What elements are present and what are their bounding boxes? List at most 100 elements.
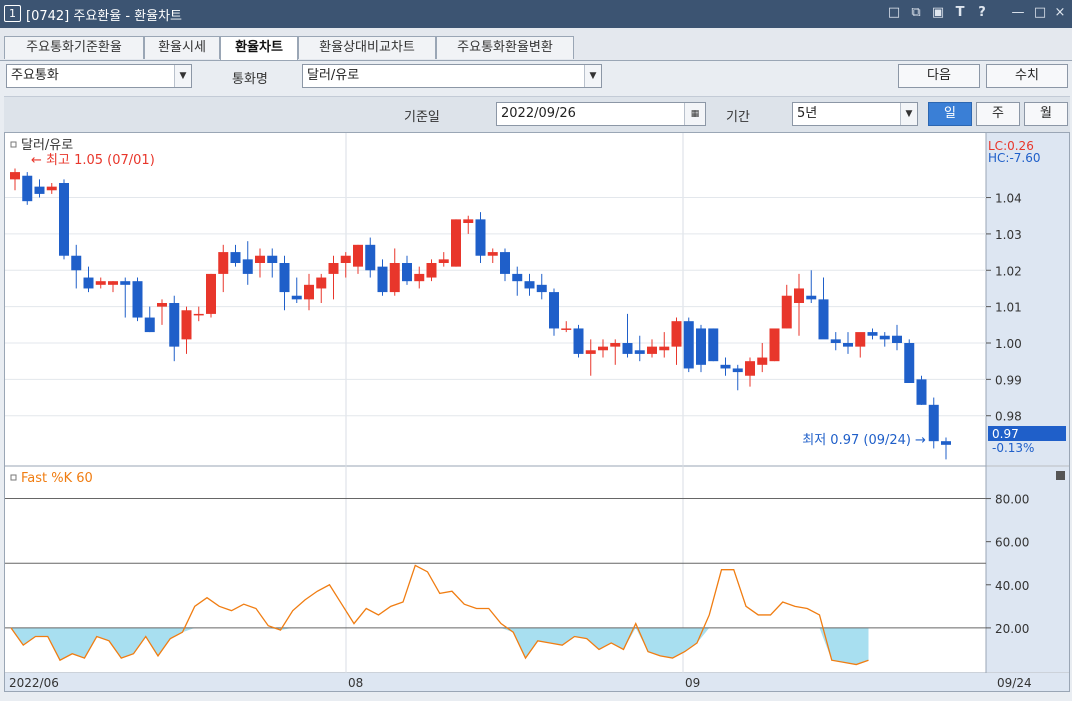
candle-body bbox=[267, 255, 278, 263]
candle-body bbox=[634, 350, 645, 354]
candle-body bbox=[463, 219, 474, 223]
candle-body bbox=[745, 361, 755, 376]
candle-body bbox=[22, 175, 33, 202]
layout-icon[interactable]: □ bbox=[886, 5, 902, 21]
candle-body bbox=[389, 263, 400, 293]
candle-body bbox=[193, 313, 204, 316]
candle-body bbox=[144, 317, 155, 333]
tab-relative-chart[interactable]: 환율상대비교차트 bbox=[298, 36, 436, 59]
candle-body bbox=[328, 263, 339, 274]
value-button[interactable]: 수치 bbox=[986, 64, 1068, 88]
candle-body bbox=[340, 255, 351, 263]
candle-body bbox=[365, 244, 376, 271]
chevron-down-icon[interactable]: ▼ bbox=[174, 65, 191, 87]
tab-rate-converter[interactable]: 주요통화환율변환 bbox=[436, 36, 574, 59]
currency-select[interactable]: 달러/유로 ▼ bbox=[302, 64, 602, 88]
maximize-icon[interactable]: □ bbox=[1032, 5, 1048, 21]
y-tick-label: 0.98 bbox=[995, 410, 1022, 424]
candle-body bbox=[414, 273, 425, 282]
tab-major-base-rate[interactable]: 주요통화기준환율 bbox=[4, 36, 144, 59]
y-tick-label: 20.00 bbox=[995, 622, 1029, 636]
x-tick-label: 09/24 bbox=[997, 676, 1032, 690]
y-tick-label: 80.00 bbox=[995, 493, 1029, 507]
low-annotation: 최저 0.97 (09/24) bbox=[802, 433, 911, 448]
daily-button[interactable]: 일 bbox=[928, 102, 972, 126]
current-price: 0.97 bbox=[992, 427, 1019, 441]
currency-select-value: 달러/유로 bbox=[307, 68, 360, 83]
candle-body bbox=[585, 350, 596, 354]
y-tick-label: 1.03 bbox=[995, 228, 1022, 242]
candle-body bbox=[83, 277, 94, 289]
currency-label: 통화명 bbox=[232, 72, 268, 87]
candle-body bbox=[549, 292, 559, 329]
candle-body bbox=[95, 281, 106, 285]
y-tick-label: 40.00 bbox=[995, 579, 1029, 593]
text-icon[interactable]: T bbox=[952, 5, 968, 21]
candle-body bbox=[438, 259, 449, 263]
chevron-down-icon[interactable]: ▼ bbox=[900, 103, 917, 125]
candle-body bbox=[867, 332, 878, 336]
chevron-down-icon[interactable]: ▼ bbox=[584, 65, 601, 87]
fast-k-pane: 80.00 60.00 40.00 20.00 bbox=[5, 493, 1029, 666]
base-date-input[interactable]: 2022/09/26 ▦ bbox=[496, 102, 706, 126]
candle-body bbox=[696, 328, 706, 365]
candle-body bbox=[181, 310, 192, 340]
settings-icon[interactable]: ▣ bbox=[930, 5, 946, 21]
monthly-button[interactable]: 월 bbox=[1024, 102, 1068, 126]
candle-body bbox=[806, 295, 817, 300]
x-axis-bg bbox=[5, 673, 1069, 691]
tab-bar: 주요통화기준환율 환율시세 환율차트 환율상대비교차트 주요통화환율변환 bbox=[0, 28, 1072, 61]
candle-body bbox=[169, 303, 180, 347]
candle-body bbox=[598, 346, 608, 351]
candle-body bbox=[732, 368, 743, 373]
calendar-icon[interactable]: ▦ bbox=[684, 103, 705, 125]
price-change: -0.13% bbox=[992, 441, 1034, 455]
candle-body bbox=[830, 339, 841, 343]
window-number-badge: 1 bbox=[4, 5, 21, 22]
tab-rate-chart[interactable]: 환율차트 bbox=[220, 36, 298, 60]
window-title: [0742] 주요환율 - 환율차트 bbox=[26, 9, 182, 24]
candle-body bbox=[647, 346, 657, 354]
minimize-icon[interactable]: — bbox=[1010, 5, 1026, 21]
candle-body bbox=[794, 288, 804, 303]
candle-body bbox=[206, 273, 216, 314]
candle-body bbox=[855, 332, 866, 347]
y-tick-label: 1.00 bbox=[995, 337, 1022, 351]
candle-body bbox=[59, 183, 69, 256]
candle-body bbox=[10, 172, 20, 180]
chart-svg[interactable]: 1.04 1.03 1.02 1.01 1.00 0.99 0.98 80.00 60.00 4… bbox=[5, 133, 1069, 691]
period-select[interactable]: 5년 ▼ bbox=[792, 102, 918, 126]
tab-rate-quotes[interactable]: 환율시세 bbox=[144, 36, 220, 59]
chart-title: 달러/유로 bbox=[21, 138, 73, 153]
pane-icon bbox=[10, 141, 17, 148]
y-tick-label: 0.99 bbox=[995, 373, 1022, 387]
help-icon[interactable]: ? bbox=[974, 5, 990, 21]
candle-body bbox=[475, 219, 486, 256]
candle-body bbox=[683, 321, 694, 369]
high-annotation: ← 최고 1.05 (07/01) bbox=[31, 153, 155, 168]
period-label: 기간 bbox=[726, 110, 750, 125]
candle-body bbox=[291, 295, 302, 300]
candle-body bbox=[304, 284, 314, 300]
candle-body bbox=[843, 343, 853, 347]
pane-menu-icon[interactable] bbox=[1056, 471, 1065, 480]
close-icon[interactable]: × bbox=[1052, 5, 1068, 21]
candle-body bbox=[561, 328, 572, 330]
chart-area[interactable]: 1.04 1.03 1.02 1.01 1.00 0.99 0.98 80.00 60.00 4… bbox=[4, 132, 1070, 692]
candle-body bbox=[487, 252, 498, 256]
high-annotation-text: 최고 1.05 (07/01) bbox=[46, 153, 155, 168]
weekly-button[interactable]: 주 bbox=[976, 102, 1020, 126]
candle-body bbox=[500, 252, 510, 274]
candle-body bbox=[451, 219, 461, 267]
next-button[interactable]: 다음 bbox=[898, 64, 980, 88]
y-tick-label: 1.04 bbox=[995, 192, 1022, 206]
candle-body bbox=[377, 266, 388, 293]
candle-body bbox=[255, 255, 265, 263]
candle-body bbox=[573, 328, 584, 354]
copy-icon[interactable]: ⧉ bbox=[908, 5, 924, 21]
candle-body bbox=[402, 263, 412, 282]
candle-body bbox=[916, 379, 927, 405]
candle-body bbox=[120, 281, 131, 285]
group-select[interactable]: 주요통화 ▼ bbox=[6, 64, 192, 88]
y-tick-label: 1.02 bbox=[995, 264, 1022, 278]
